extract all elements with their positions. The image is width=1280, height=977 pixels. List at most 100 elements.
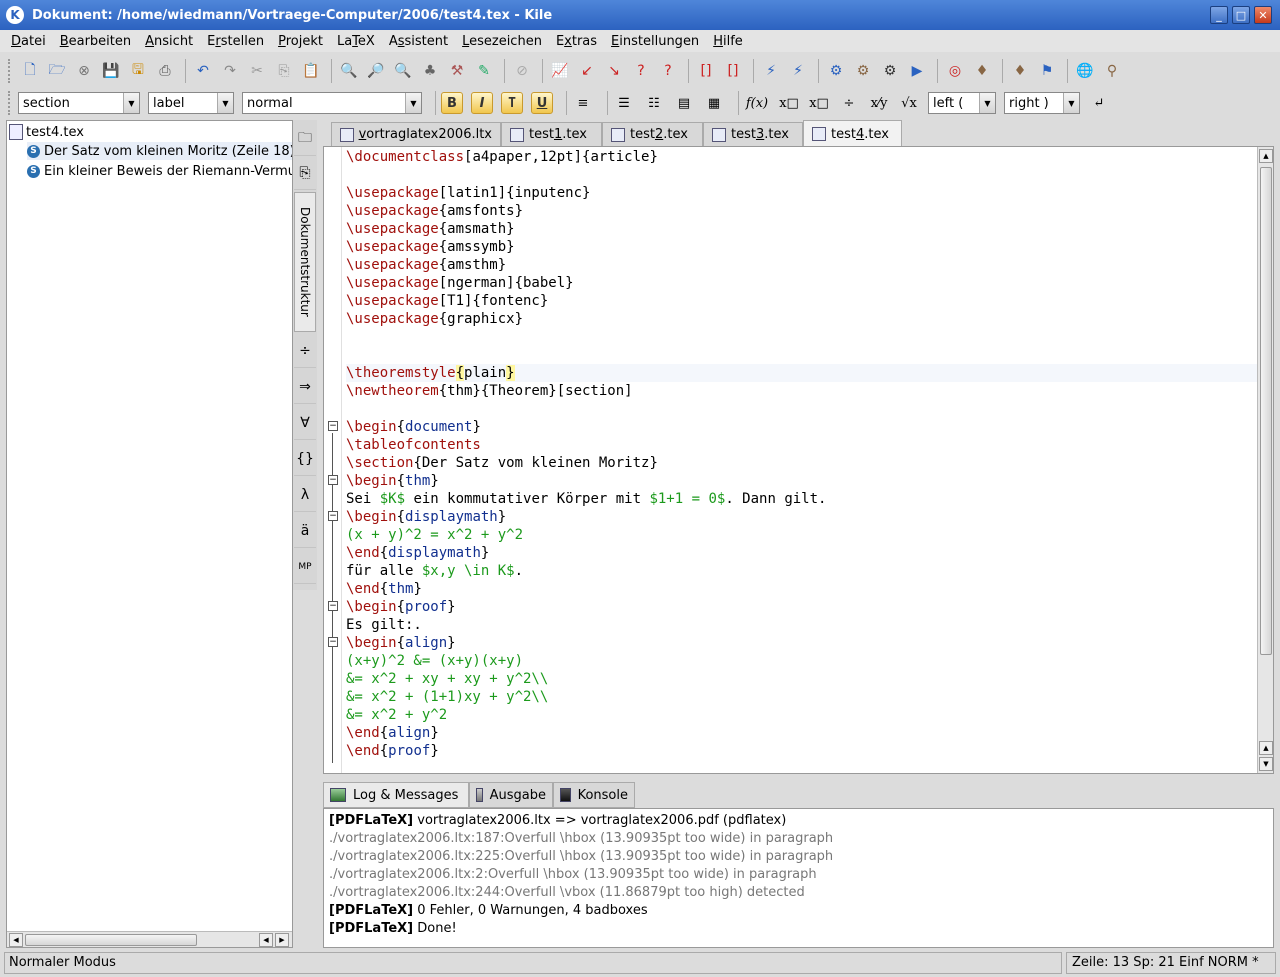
toolbar-handle[interactable] [8,91,12,115]
editor-tab[interactable]: test 3 .tex [703,122,803,146]
size-combo[interactable]: normal ▼ [242,92,422,114]
fold-marker-icon[interactable]: − [328,421,338,431]
fold-marker-icon[interactable]: − [328,511,338,521]
underline-button[interactable]: U [531,92,553,114]
fold-marker-icon[interactable]: − [328,475,338,485]
help2-icon[interactable]: ? [656,59,680,83]
save-all-icon[interactable]: 🖫 [126,59,150,83]
undo-icon[interactable]: ↶ [191,59,215,83]
structure-combo[interactable]: section ▼ [18,92,140,114]
subscript-icon[interactable]: x□ [778,92,800,114]
scroll-left-icon[interactable]: ◀ [259,933,273,947]
menu-item[interactable]: Erstellen [200,34,271,49]
italic-button[interactable]: I [471,92,493,114]
ps-to-pdf-icon[interactable]: ♦ [1008,59,1032,83]
symbols-icon[interactable]: ⚲ [1100,59,1124,83]
toolbar-handle[interactable] [8,59,12,83]
menu-item[interactable]: Projekt [271,34,330,49]
redo-icon[interactable]: ↷ [218,59,242,83]
special-chars-tab-icon[interactable]: ä [294,514,316,548]
run-icon[interactable]: ▶ [905,59,929,83]
operators-tab-icon[interactable]: ÷ [294,334,316,368]
menu-item[interactable]: Lesezeichen [455,34,549,49]
description-icon[interactable]: ▤ [673,92,695,114]
tab-log-messages[interactable]: Log & Messages [323,782,469,808]
scroll-up-icon[interactable]: ▲ [1259,741,1273,755]
tree-item-section[interactable]: S Ein kleiner Beweis der Riemann-Vermutu… [27,162,292,180]
help-icon[interactable]: ? [629,59,653,83]
kile-app-icon[interactable]: K [6,6,24,24]
view-pdf-icon[interactable]: ⚑ [1035,59,1059,83]
print-icon[interactable]: ⎙ [153,59,177,83]
arrows-tab-icon[interactable]: ⇒ [294,370,316,404]
dfrac-icon[interactable]: x⁄y [868,92,890,114]
sqrt-button[interactable]: √x [898,92,920,114]
find-icon[interactable]: 🔍 [337,59,361,83]
fraction-icon[interactable]: ÷ [838,92,860,114]
chevron-down-icon[interactable]: ▼ [123,93,139,113]
bold-button[interactable]: B [441,92,463,114]
misc-math-tab-icon[interactable]: ∀ [294,406,316,440]
newline-icon[interactable]: ↵ [1088,92,1110,114]
scroll-up-icon[interactable]: ▲ [1259,149,1273,163]
new-file-icon[interactable]: 🗋 [18,59,42,83]
log-view[interactable]: [PDFLaTeX] vortraglatex2006.ltx => vortr… [323,808,1274,948]
quick-build-icon[interactable]: ⚡ [759,59,783,83]
enumerate-icon[interactable]: ☷ [643,92,665,114]
label-combo[interactable]: label ▼ [148,92,234,114]
minimize-button[interactable]: _ [1210,6,1228,24]
menu-item[interactable]: Extras [549,34,604,49]
chevron-down-icon[interactable]: ▼ [217,93,233,113]
save-icon[interactable]: 💾 [99,59,123,83]
spell-icon[interactable]: ✎ [472,59,496,83]
zoom-icon[interactable]: 🔎 [364,59,388,83]
menu-item[interactable]: Ansicht [138,34,200,49]
document-structure-tab[interactable]: Dokumentstruktur [294,192,316,332]
chevron-down-icon[interactable]: ▼ [405,93,421,113]
open-files-tab-icon[interactable]: ⎘ [294,156,316,190]
bracket-icon[interactable]: [] [694,59,718,83]
file-browser-tab-icon[interactable]: 🗀 [294,122,316,156]
metapost-tab-icon[interactable]: MP [294,550,316,584]
right-delimiter-combo[interactable]: right ) ▼ [1004,92,1080,114]
menu-item[interactable]: LaTeX [330,34,382,49]
code-editor[interactable]: − − − − − \documentclass[a4paper,12pt]{a… [323,146,1274,774]
chevron-down-icon[interactable]: ▼ [979,93,995,113]
editor-tab[interactable]: test 2 .tex [602,122,703,146]
close-file-icon[interactable]: ⊗ [72,59,96,83]
scroll-left-icon[interactable]: ◀ [9,933,23,947]
bracket2-icon[interactable]: [] [721,59,745,83]
table-icon[interactable]: ▦ [703,92,725,114]
vertical-scrollbar[interactable]: ▲ ▲ ▼ [1257,147,1273,773]
fold-marker-icon[interactable]: − [328,637,338,647]
menu-item[interactable]: Assistent [382,34,455,49]
horizontal-scrollbar[interactable]: ◀ ◀ ▶ [7,931,292,947]
delimiters-tab-icon[interactable]: {} [294,442,316,476]
menu-item[interactable]: Hilfe [706,34,750,49]
statistics-icon[interactable]: 📈 [548,59,572,83]
copy-icon[interactable]: ⎘ [272,59,296,83]
view-icon[interactable]: ⚙ [878,59,902,83]
pdf-icon[interactable]: ◎ [943,59,967,83]
latex-icon[interactable]: ⚡ [786,59,810,83]
scroll-right-icon[interactable]: ▶ [275,933,289,947]
tree-item-section[interactable]: S Der Satz vom kleinen Moritz (Zeile 18) [27,142,292,160]
scroll-down-icon[interactable]: ▼ [1259,757,1273,771]
fold-marker-icon[interactable]: − [328,601,338,611]
tree-icon[interactable]: ♣ [418,59,442,83]
center-align-icon[interactable]: ≡ [572,92,594,114]
typewriter-button[interactable]: T [501,92,523,114]
find-next-icon[interactable]: 🔍 [391,59,415,83]
dvi-to-ps-icon[interactable]: ♦ [970,59,994,83]
cut-icon[interactable]: ✂ [245,59,269,83]
scrollbar-thumb[interactable] [25,934,197,946]
menu-item[interactable]: Datei [4,34,53,49]
left-delimiter-combo[interactable]: left ( ▼ [928,92,996,114]
editor-tab[interactable]: test 1 .tex [501,122,602,146]
itemize-icon[interactable]: ☰ [613,92,635,114]
chevron-down-icon[interactable]: ▼ [1063,93,1079,113]
editor-tab[interactable]: v ortraglatex2006.ltx [331,122,501,146]
build-icon[interactable]: ⚙ [851,59,875,83]
jump-next-icon[interactable]: ↘ [602,59,626,83]
superscript-icon[interactable]: x□ [808,92,830,114]
